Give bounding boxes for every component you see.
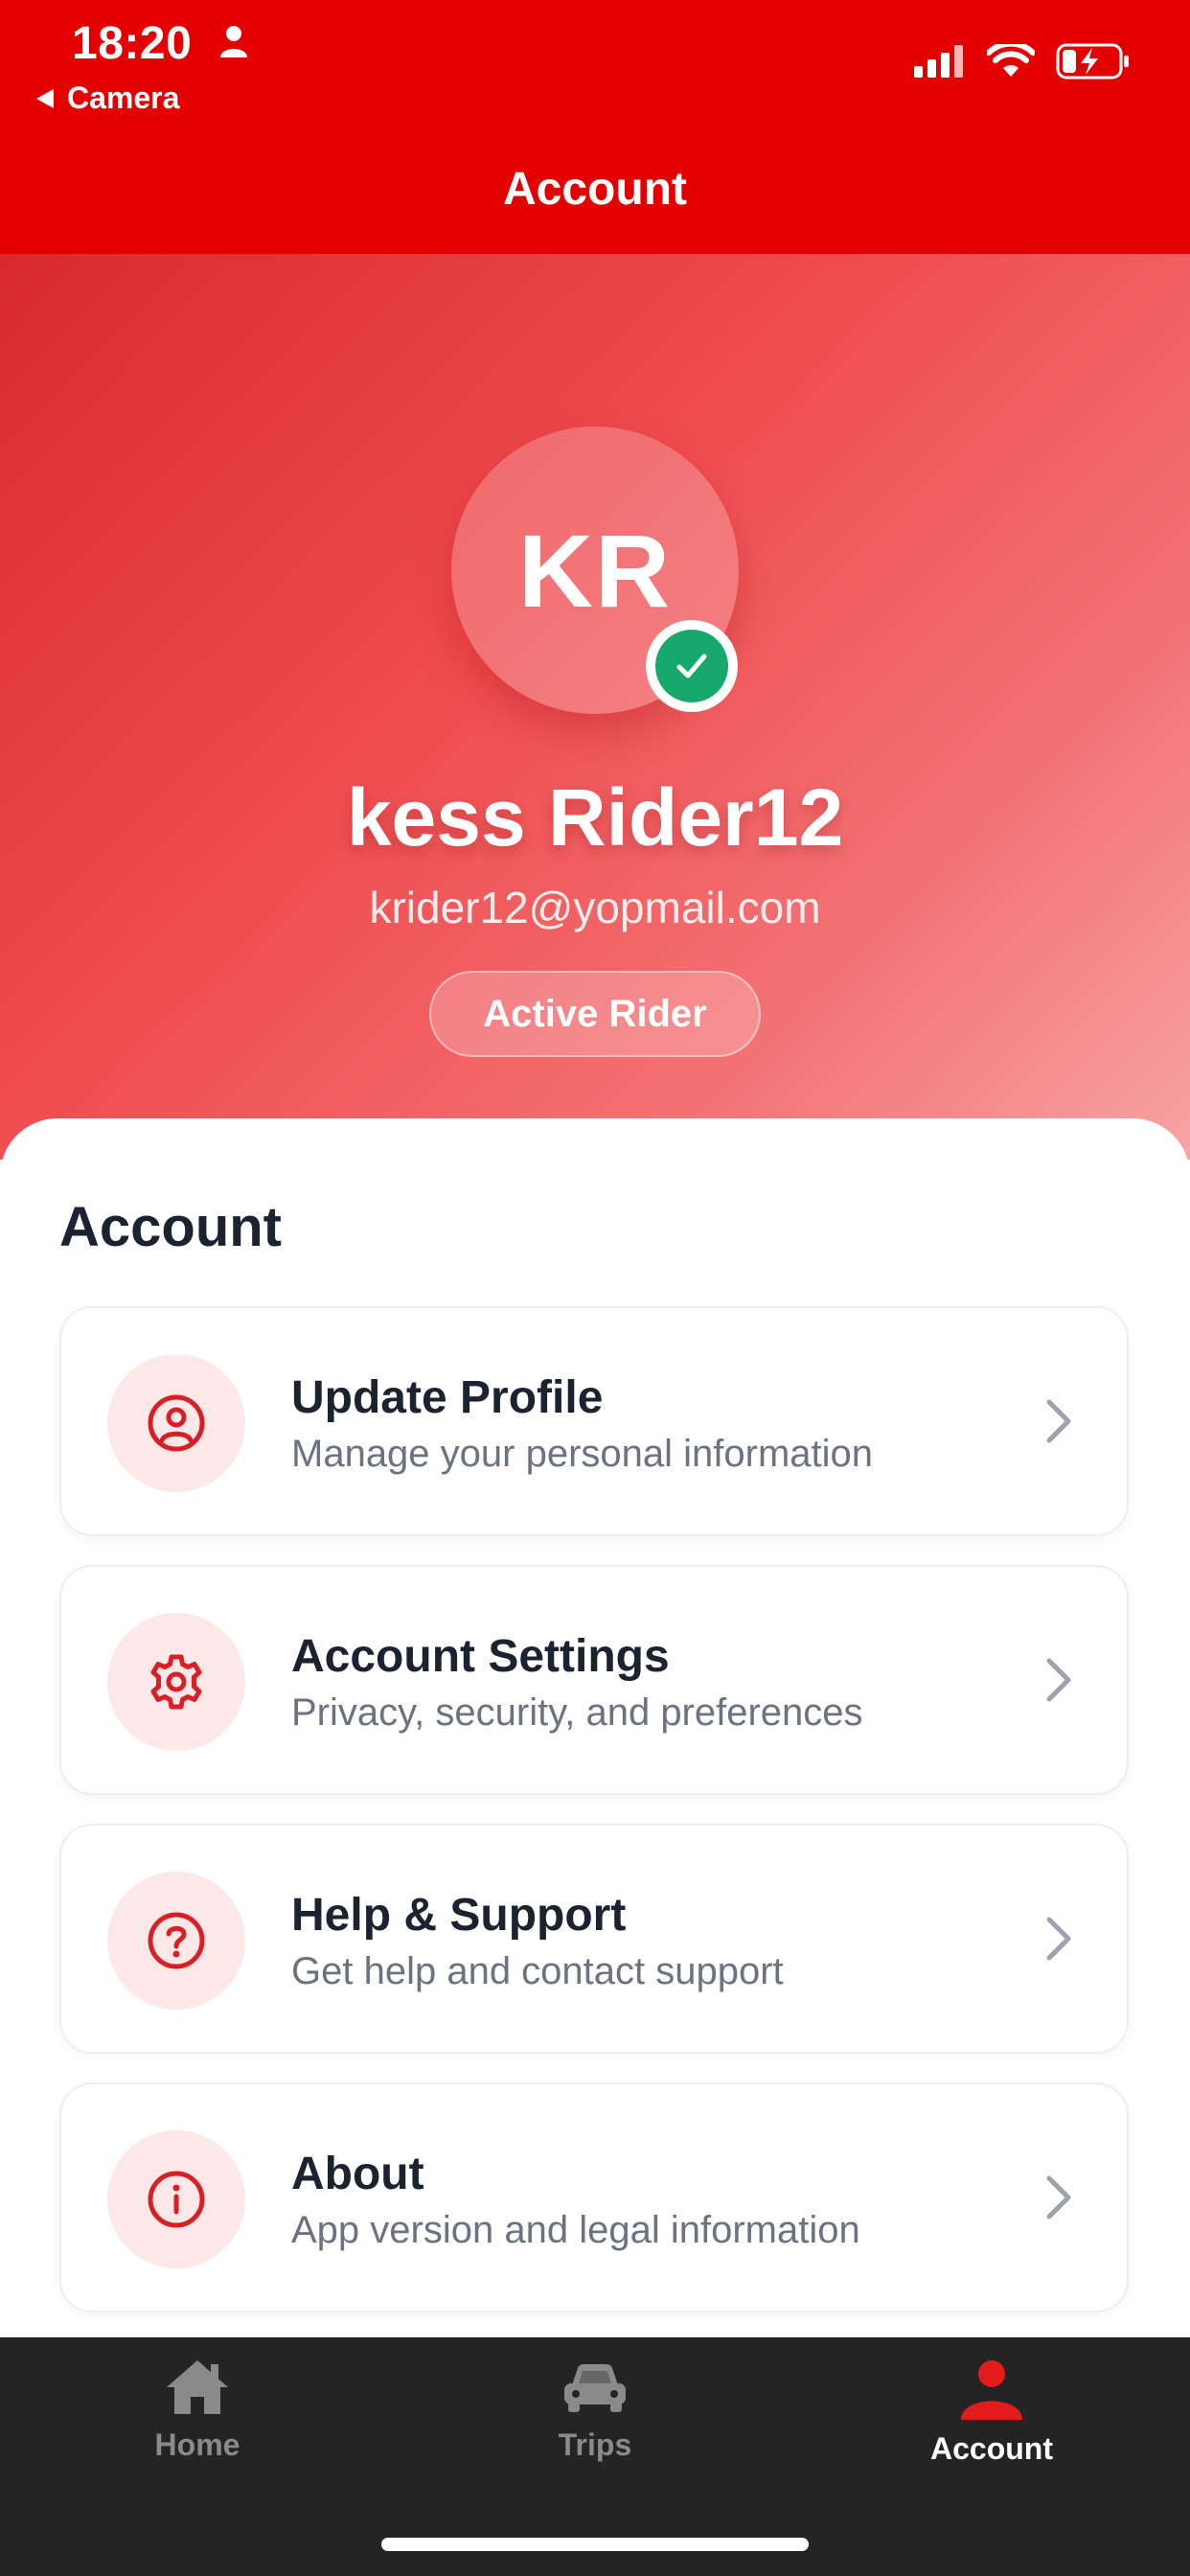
section-title: Account (59, 1196, 282, 1258)
cellular-signal-icon (914, 45, 963, 78)
avatar-initials: KR (518, 512, 672, 629)
car-icon (564, 2364, 626, 2412)
menu-item-subtitle: Get help and contact support (291, 1950, 784, 1992)
back-to-camera-link[interactable]: Camera (36, 80, 179, 116)
info-circle-icon (107, 2130, 245, 2268)
status-time: 18:20 (72, 18, 193, 69)
tab-label: Account (930, 2431, 1053, 2466)
menu-item-title: Account Settings (291, 1631, 670, 1682)
tab-trips[interactable]: Trips (470, 2357, 720, 2500)
chevron-right-icon (1046, 2175, 1071, 2220)
profile-header: KR kess Rider12 krider12@yopmail.com Act… (0, 254, 1190, 1160)
help-support-item[interactable]: Help & Support Get help and contact supp… (59, 1824, 1129, 2054)
menu-item-subtitle: App version and legal information (291, 2209, 860, 2251)
person-icon (961, 2360, 1022, 2420)
chevron-right-icon (1046, 1399, 1071, 1443)
user-name: kess Rider12 (346, 772, 844, 862)
menu-item-title: Update Profile (291, 1372, 604, 1423)
tab-label: Trips (558, 2427, 632, 2462)
gear-icon (107, 1613, 245, 1751)
chevron-right-icon (1046, 1917, 1071, 1961)
update-profile-item[interactable]: Update Profile Manage your personal info… (59, 1306, 1129, 1536)
menu-item-subtitle: Privacy, security, and preferences (291, 1691, 863, 1734)
back-label: Camera (67, 80, 180, 115)
home-icon (167, 2360, 228, 2414)
top-bar: 18:20 Camera Account (0, 0, 1190, 254)
person-status-icon (220, 26, 247, 58)
verified-badge (646, 620, 738, 712)
chevron-right-icon (1046, 1658, 1071, 1702)
tab-label: Home (154, 2427, 240, 2462)
status-badge: Active Rider (429, 971, 761, 1057)
tab-home[interactable]: Home (73, 2357, 322, 2500)
back-arrow-icon (36, 88, 54, 108)
about-item[interactable]: About App version and legal information (59, 2082, 1129, 2312)
tab-account[interactable]: Account (867, 2357, 1116, 2500)
nav-title: Account (503, 164, 687, 215)
user-circle-icon (107, 1354, 245, 1492)
status-indicators (914, 42, 1131, 80)
account-settings-item[interactable]: Account Settings Privacy, security, and … (59, 1565, 1129, 1795)
battery-charging-icon (1056, 43, 1129, 80)
home-indicator (381, 2538, 809, 2551)
checkmark-icon (655, 630, 728, 702)
user-email: krider12@yopmail.com (369, 883, 821, 932)
menu-item-subtitle: Manage your personal information (291, 1433, 874, 1475)
menu-item-title: Help & Support (291, 1890, 627, 1941)
menu-item-title: About (291, 2149, 424, 2199)
question-circle-icon (107, 1872, 245, 2010)
wifi-icon (987, 44, 1035, 77)
account-menu-sheet: Account Update Profile Manage your perso… (0, 1118, 1190, 2337)
